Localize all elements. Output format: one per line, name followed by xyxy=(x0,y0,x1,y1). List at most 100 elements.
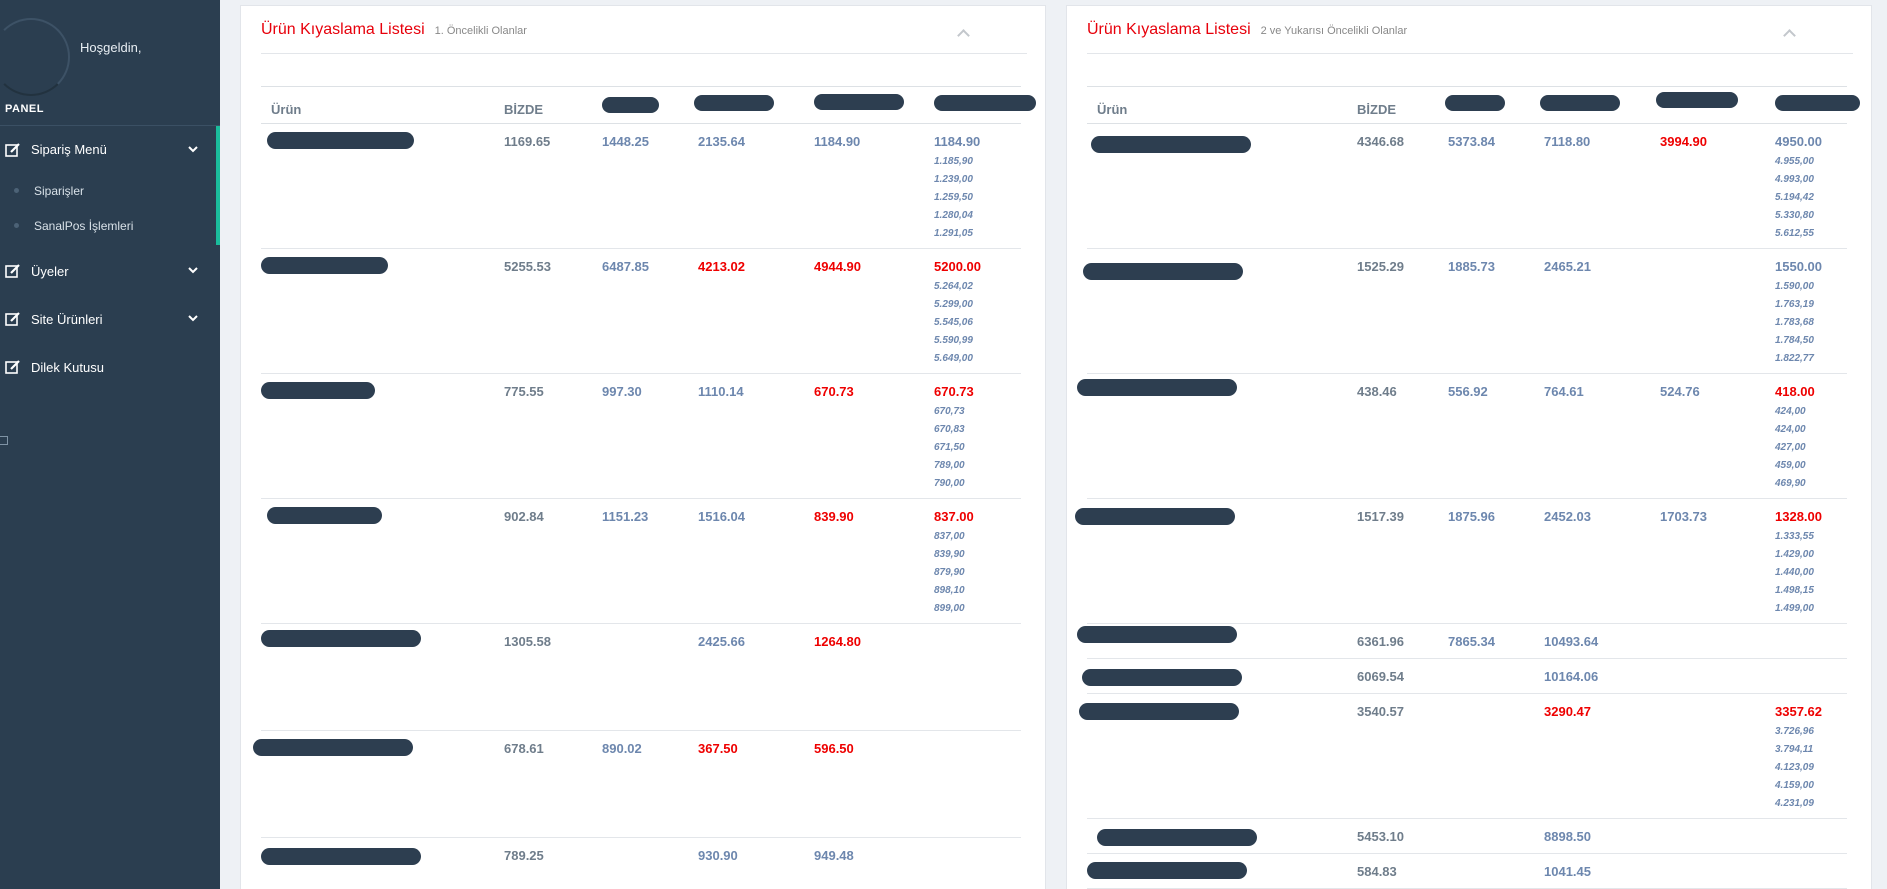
offer-price: 1.763,19 xyxy=(1775,299,1814,310)
table-header: Ürün BİZDE xyxy=(1087,86,1860,124)
avatar[interactable] xyxy=(0,18,70,96)
redacted-product-name[interactable] xyxy=(1082,669,1242,686)
redacted-column-header[interactable] xyxy=(694,95,774,111)
redacted-product-name[interactable] xyxy=(267,132,414,149)
redacted-column-header[interactable] xyxy=(1540,95,1620,111)
redacted-product-name[interactable] xyxy=(1077,626,1237,643)
table-row[interactable]: 902.84 1151.23 1516.04 839.90 837.00 837,00 83… xyxy=(261,499,1021,624)
sidebar-subitem-sanalpos[interactable]: SanalPos İşlemleri xyxy=(0,208,220,243)
redacted-column-header[interactable] xyxy=(1775,95,1860,111)
redacted-product-name[interactable] xyxy=(261,257,388,274)
table-row[interactable]: 1525.29 1885.73 2465.21 1550.00 1.590,00 1.76… xyxy=(1083,249,1847,374)
submenu-siparis: Siparişler SanalPos İşlemleri xyxy=(0,173,220,243)
competitor-price: 4950.00 xyxy=(1775,134,1822,149)
table-row[interactable]: 6069.54 10164.06 xyxy=(1082,659,1847,694)
table-row[interactable]: 5453.10 8898.50 xyxy=(1087,819,1847,854)
sidebar-subitem-siparisler[interactable]: Siparişler xyxy=(0,173,220,208)
redacted-product-name[interactable] xyxy=(261,630,421,647)
offer-list: 1.590,00 1.763,19 1.783,68 1.784,50 1.822,77 xyxy=(1775,278,1814,368)
competitor-price: 1875.96 xyxy=(1448,509,1495,524)
table-row[interactable]: 584.83 1041.45 xyxy=(1087,854,1847,889)
table-row[interactable]: 4346.68 5373.84 7118.80 3994.90 4950.00 4.955… xyxy=(1087,124,1847,249)
offer-price: 1.783,68 xyxy=(1775,317,1814,328)
redacted-product-name[interactable] xyxy=(1079,703,1239,720)
table-row[interactable]: 1517.39 1875.96 2452.03 1703.73 1328.00 1.333… xyxy=(1075,499,1847,624)
offer-price: 670,73 xyxy=(934,406,965,417)
table-row[interactable]: 1305.58 2425.66 1264.80 xyxy=(261,624,1021,731)
panel-header: Ürün Kıyaslama Listesi 1. Öncelikli Olanl… xyxy=(261,6,1027,54)
competitor-price: 10493.64 xyxy=(1544,634,1599,649)
competitor-price: 930.90 xyxy=(698,848,738,863)
redacted-product-name[interactable] xyxy=(1083,263,1243,280)
collapse-icon[interactable] xyxy=(957,28,969,40)
competitor-price: 1110.14 xyxy=(698,384,744,399)
redacted-column-header[interactable] xyxy=(1656,92,1738,108)
table-row[interactable]: 678.61 890.02 367.50 596.50 xyxy=(253,731,1021,838)
sidebar-subitem-label: Siparişler xyxy=(34,183,85,198)
our-price: 5255.53 xyxy=(504,259,551,274)
table-row[interactable]: 789.25 930.90 949.48 xyxy=(261,838,1021,889)
sidebar-item-site-urunleri[interactable]: Site Ürünleri xyxy=(0,295,220,343)
competitor-price: 1184.90 xyxy=(934,134,981,149)
competitor-price: 1550.00 xyxy=(1775,259,1822,274)
column-header-bizde[interactable]: BİZDE xyxy=(1357,102,1396,117)
sidebar-item-dilek-kutusu[interactable]: Dilek Kutusu xyxy=(0,343,220,391)
offer-price: 427,00 xyxy=(1775,442,1806,453)
redacted-column-header[interactable] xyxy=(934,95,1036,111)
our-price: 1169.65 xyxy=(504,134,551,149)
redacted-product-name[interactable] xyxy=(1097,829,1257,846)
redacted-product-name[interactable] xyxy=(1087,862,1247,879)
competitor-price: 5373.84 xyxy=(1448,134,1495,149)
table-row[interactable]: 1169.65 1448.25 2135.64 1184.90 1184.90 1.185… xyxy=(261,124,1021,249)
table-row[interactable]: 5255.53 6487.85 4213.02 4944.90 5200.00 5.264… xyxy=(261,249,1021,374)
our-price: 6361.96 xyxy=(1357,634,1404,649)
table-row[interactable]: 3540.57 3290.47 3357.62 3.726,96 3.794,11 4.1… xyxy=(1079,694,1847,819)
redacted-product-name[interactable] xyxy=(1077,379,1237,396)
offer-list: 1.333,55 1.429,00 1.440,00 1.498,15 1.499,00 xyxy=(1775,528,1814,618)
competitor-price: 2465.21 xyxy=(1544,259,1591,274)
column-header-urun[interactable]: Ürün xyxy=(271,102,301,117)
offer-price: 3.726,96 xyxy=(1775,726,1814,737)
edit-icon xyxy=(5,312,23,326)
bullet-icon xyxy=(14,223,19,228)
competitor-price: 6487.85 xyxy=(602,259,649,274)
redacted-product-name[interactable] xyxy=(261,382,375,399)
our-price: 5453.10 xyxy=(1357,829,1404,844)
competitor-price: 524.76 xyxy=(1660,384,1700,399)
table-row[interactable]: 438.46 556.92 764.61 524.76 418.00 424,00 424,… xyxy=(1077,374,1847,499)
redacted-product-name[interactable] xyxy=(1075,508,1235,525)
redacted-product-name[interactable] xyxy=(253,739,413,756)
our-price: 4346.68 xyxy=(1357,134,1404,149)
our-price: 1305.58 xyxy=(504,634,551,649)
our-price: 789.25 xyxy=(504,848,544,863)
offer-price: 4.123,09 xyxy=(1775,762,1814,773)
table-row[interactable]: 6361.96 7865.34 10493.64 xyxy=(1077,624,1847,659)
collapse-icon[interactable] xyxy=(1783,28,1795,40)
redacted-product-name[interactable] xyxy=(1091,136,1251,153)
redacted-column-header[interactable] xyxy=(1445,95,1505,111)
sidebar-item-siparis-menu[interactable]: Sipariş Menü xyxy=(0,125,220,173)
offer-price: 879,90 xyxy=(934,567,965,578)
our-price: 1517.39 xyxy=(1357,509,1404,524)
competitor-price: 3994.90 xyxy=(1660,134,1707,149)
panel-label: PANEL xyxy=(5,103,44,115)
competitor-price: 949.48 xyxy=(814,848,854,863)
column-header-urun[interactable]: Ürün xyxy=(1097,102,1127,117)
competitor-price: 670.73 xyxy=(814,384,854,399)
offer-price: 5.612,55 xyxy=(1775,228,1814,239)
collapse-sidebar-icon[interactable] xyxy=(0,436,8,445)
offer-list: 670,73 670,83 671,50 789,00 790,00 xyxy=(934,403,965,493)
redacted-product-name[interactable] xyxy=(267,507,382,524)
sidebar-item-uyeler[interactable]: Üyeler xyxy=(0,247,220,295)
redacted-product-name[interactable] xyxy=(261,848,421,865)
offer-price: 837,00 xyxy=(934,531,965,542)
column-header-bizde[interactable]: BİZDE xyxy=(504,102,543,117)
offer-price: 1.498,15 xyxy=(1775,585,1814,596)
redacted-column-header[interactable] xyxy=(602,97,659,113)
table-row[interactable]: 775.55 997.30 1110.14 670.73 670.73 670,73 670… xyxy=(261,374,1021,499)
sidebar-menu: Sipariş Menü Siparişler SanalPos İşlemle… xyxy=(0,125,220,391)
offer-price: 1.280,04 xyxy=(934,210,973,221)
redacted-column-header[interactable] xyxy=(814,94,904,110)
comparison-panel-priority-2: Ürün Kıyaslama Listesi 2 ve Yukarısı Önce… xyxy=(1066,5,1872,889)
menu-group-siparis: Sipariş Menü Siparişler SanalPos İşlemle… xyxy=(0,125,220,245)
